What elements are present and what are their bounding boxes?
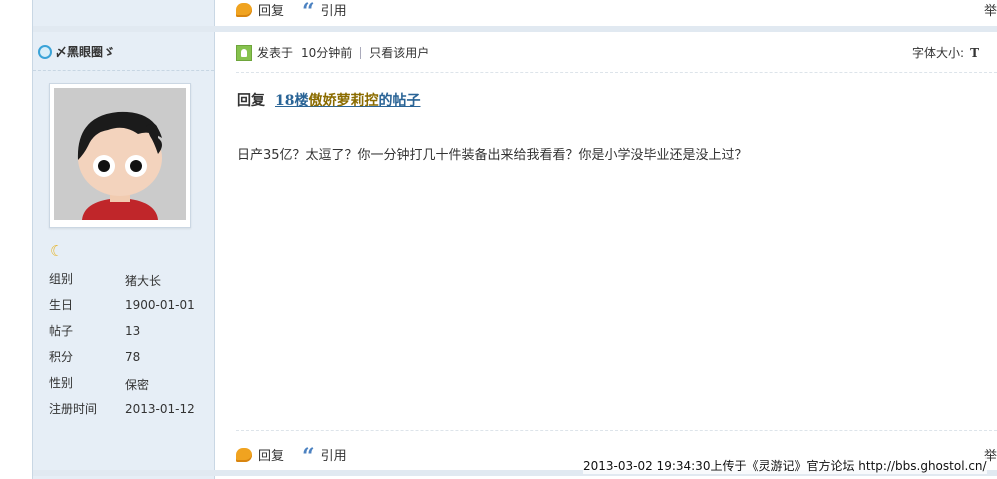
quote-icon: “	[302, 443, 315, 470]
reply-target-suffix: 的帖子	[378, 93, 421, 109]
profile-row: 性别 保密	[49, 374, 209, 400]
avatar[interactable]	[49, 83, 191, 228]
profile-row: 组别 猪大长	[49, 270, 209, 296]
profile-label: 积分	[49, 350, 74, 364]
font-size-button[interactable]: T	[970, 46, 979, 60]
profile-label: 帖子	[49, 324, 74, 338]
profile-value: 78	[125, 350, 141, 364]
profile-row: 帖子 13	[49, 322, 209, 348]
moon-icon: ☾	[50, 242, 64, 260]
quote-button[interactable]: “ 引用	[302, 443, 347, 470]
profile-value[interactable]: 猪大长	[125, 272, 161, 289]
quote-label: 引用	[320, 449, 347, 464]
reply-label: 回复	[258, 4, 285, 19]
page-left-margin	[0, 0, 33, 479]
username[interactable]: 〆黑眼圈ゞ	[38, 43, 115, 60]
font-size-label: 字体大小:	[912, 46, 965, 60]
username-text: 〆黑眼圈ゞ	[55, 45, 116, 59]
report-button-top[interactable]: 举	[984, 0, 997, 19]
profile-row: 生日 1900-01-01	[49, 296, 209, 322]
profile-row: 注册时间 2013-01-12	[49, 400, 209, 426]
quote-icon: “	[302, 0, 315, 25]
header-divider	[236, 72, 997, 73]
profile-label: 注册时间	[49, 402, 98, 416]
profile-row: 积分 78	[49, 348, 209, 374]
quote-label: 引用	[320, 4, 347, 19]
quote-button-top[interactable]: “ 引用	[302, 0, 347, 25]
post-divider-top	[33, 26, 997, 32]
reply-target-user: 傲娇萝莉控	[308, 93, 379, 109]
font-size-control: 字体大小: T	[912, 44, 979, 61]
profile-value: 13	[125, 324, 141, 338]
post-body: 日产35亿？太逗了？你一分钟打几十件装备出来给我看看？你是小学没毕业还是没上过？	[237, 148, 748, 163]
online-status-icon	[38, 44, 52, 59]
reply-button-top[interactable]: 回复	[236, 0, 284, 19]
reply-target-floor: 18楼	[275, 93, 309, 109]
post-time: 10分钟前	[301, 46, 353, 60]
post-title: 回复 18楼傲娇萝莉控的帖子	[237, 90, 420, 110]
reply-icon	[236, 2, 252, 17]
reply-icon	[236, 447, 252, 462]
profile-label: 生日	[49, 298, 74, 312]
footer-divider	[236, 430, 997, 431]
profile-value: 1900-01-01	[125, 298, 195, 312]
post-title-prefix: 回复	[237, 93, 265, 109]
posted-label: 发表于	[257, 46, 294, 60]
reply-label: 回复	[258, 449, 285, 464]
upload-watermark: 2013-03-02 19:34:30上传于《灵游记》官方论坛 http://b…	[583, 457, 987, 474]
user-post-icon	[236, 44, 252, 61]
reply-target-link[interactable]: 18楼傲娇萝莉控的帖子	[275, 90, 420, 110]
user-profile-list: 组别 猪大长 生日 1900-01-01 帖子 13 积分 78 性别 保密 注…	[49, 270, 209, 426]
profile-value: 2013-01-12	[125, 402, 195, 416]
header-separator	[360, 46, 362, 59]
post-header: 发表于 10分钟前 只看该用户 字体大小: T	[236, 44, 997, 61]
only-this-user-link[interactable]: 只看该用户	[369, 44, 429, 61]
reply-button[interactable]: 回复	[236, 445, 284, 464]
avatar-image	[54, 88, 186, 220]
sidebar-divider	[33, 70, 214, 71]
profile-value: 保密	[125, 378, 150, 392]
profile-label: 组别	[49, 272, 74, 286]
profile-label: 性别	[49, 376, 74, 390]
